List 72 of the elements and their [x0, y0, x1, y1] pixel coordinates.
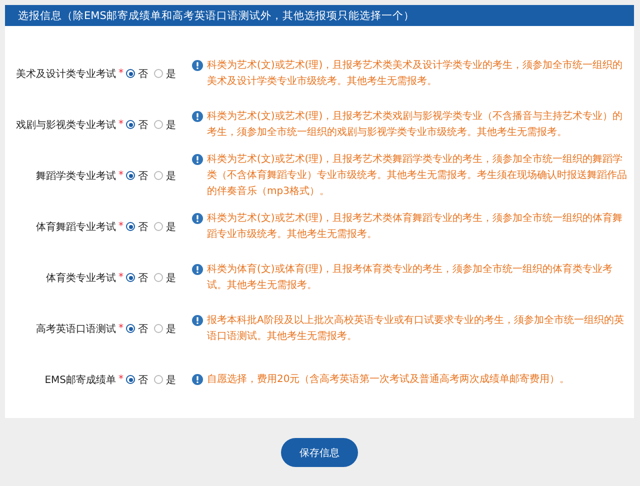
- option-label: 否: [138, 170, 148, 182]
- info-icon: [192, 110, 203, 122]
- info-icon: [192, 60, 203, 70]
- field-label: 体育舞蹈专业考试: [35, 220, 116, 234]
- radio-button[interactable]: [126, 273, 135, 282]
- hint-text: 科类为艺术(文)或艺术(理)，且报考艺术类舞蹈学类专业的考生，须参加全市统一组织的舞蹈学类（不含体育舞蹈专业）专业市级统考。其他考生无需报考。考生须在现场确认时报送舞蹈作品的伴奏音乐（mp3格式）。: [207, 152, 628, 198]
- radio-option[interactable]: 是: [154, 66, 176, 80]
- option-label: 是: [166, 118, 176, 132]
- info-icon: [192, 374, 203, 384]
- radio-button[interactable]: [126, 120, 135, 129]
- hint-text: 科类为艺术(文)或艺术(理)，且报考艺术类戏剧与影视学类专业（不含播音与主持艺术专业）的考生，须参加全市统一组织的戏剧与影视学类专业市级统考。其他考生无需报考。: [207, 110, 624, 140]
- field-label: 舞蹈学类专业考试: [35, 170, 116, 182]
- required-mark: *: [118, 322, 124, 334]
- option-label: 是: [166, 322, 176, 336]
- radio-button[interactable]: [154, 324, 163, 333]
- radio-button[interactable]: [154, 222, 163, 231]
- radio-button[interactable]: [126, 69, 135, 78]
- field-label: 美术及设计类专业考试: [15, 68, 116, 80]
- radio-option[interactable]: 否: [126, 118, 148, 132]
- radio-option[interactable]: 否: [126, 270, 148, 284]
- hint-text: 自愿选择，费用20元（含高考英语第一次考试及普通高考两次成绩单邮寄费用）。: [207, 372, 570, 386]
- hint-text: 科类为艺术(文)或艺术(理)，且报考艺术类体育舞蹈专业的考生，须参加全市统一组织的体育舞蹈专业市级统考。其他考生无需报考。: [207, 212, 624, 242]
- field-label: 戏剧与影视类专业考试: [15, 118, 116, 132]
- radio-option[interactable]: 是: [154, 168, 176, 182]
- info-icon: [192, 314, 203, 326]
- option-label: 是: [166, 68, 176, 80]
- option-label: 否: [138, 272, 148, 284]
- radio-option[interactable]: 否: [126, 372, 148, 386]
- radio-option[interactable]: 否: [126, 322, 148, 336]
- required-mark: *: [118, 170, 124, 182]
- option-label: 是: [166, 374, 176, 386]
- radio-button[interactable]: [154, 120, 163, 129]
- radio-option[interactable]: 否: [126, 220, 148, 234]
- hint-text: 科类为体育(文)或体育(理)，且报考体育类专业的考生，须参加全市统一组织的体育类专业考试。其他考生无需报考。: [207, 262, 614, 292]
- option-label: 否: [138, 220, 148, 234]
- radio-button[interactable]: [126, 222, 135, 231]
- radio-button[interactable]: [154, 375, 163, 384]
- info-icon: [192, 212, 203, 224]
- option-label: 否: [138, 68, 148, 80]
- info-icon: [192, 154, 203, 164]
- required-mark: *: [118, 68, 124, 80]
- hint-text: 科类为艺术(文)或艺术(理)，且报考艺术类美术及设计学类专业的考生，须参加全市统一组织的美术及设计学类专业市级统考。其他考生无需报考。: [207, 58, 624, 88]
- option-label: 是: [166, 170, 176, 182]
- radio-button[interactable]: [126, 375, 135, 384]
- field-label: 体育类专业考试: [45, 272, 116, 284]
- radio-option[interactable]: 是: [154, 270, 176, 284]
- option-label: 是: [166, 272, 176, 284]
- radio-option[interactable]: 是: [154, 220, 176, 234]
- info-icon: [192, 264, 203, 274]
- required-mark: *: [118, 118, 124, 130]
- required-mark: *: [118, 374, 124, 386]
- option-label: 否: [138, 322, 148, 336]
- required-mark: *: [118, 272, 124, 284]
- field-label: 高考英语口语测试: [35, 322, 116, 336]
- radio-button[interactable]: [126, 171, 135, 180]
- section-header: 选报信息（除EMS邮寄成绩单和高考英语口语测试外，其他选报项只能选择一个）: [5, 5, 634, 26]
- option-label: 否: [138, 374, 148, 386]
- radio-option[interactable]: 是: [154, 322, 176, 336]
- option-label: 否: [138, 118, 148, 132]
- radio-option[interactable]: 否: [126, 66, 148, 80]
- required-mark: *: [118, 220, 124, 232]
- radio-button[interactable]: [154, 273, 163, 282]
- radio-button[interactable]: [126, 324, 135, 333]
- option-label: 是: [166, 220, 176, 234]
- save-button[interactable]: 保存信息: [281, 438, 358, 467]
- radio-button[interactable]: [154, 69, 163, 78]
- radio-option[interactable]: 否: [126, 168, 148, 182]
- radio-option[interactable]: 是: [154, 372, 176, 386]
- radio-button[interactable]: [154, 171, 163, 180]
- hint-text: 报考本科批A阶段及以上批次高校英语专业或有口试要求专业的考生，须参加全市统一组织的英语口语测试。其他考生无需报考。: [207, 314, 625, 344]
- radio-option[interactable]: 是: [154, 118, 176, 132]
- field-label: EMS邮寄成绩单: [44, 374, 116, 386]
